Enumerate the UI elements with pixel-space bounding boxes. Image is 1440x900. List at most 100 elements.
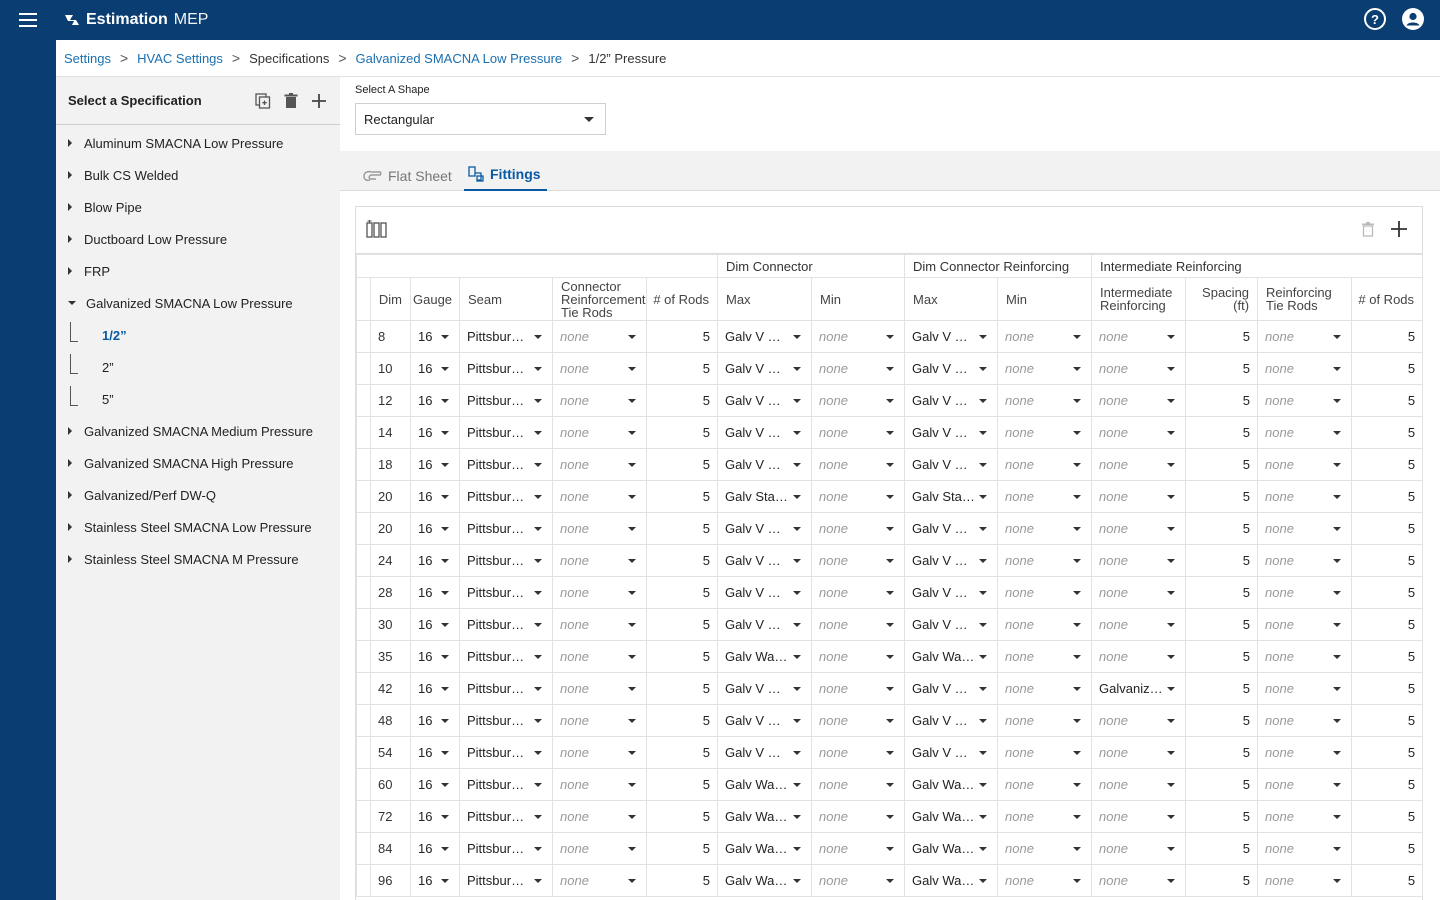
cell-max-2[interactable]: Galv V Slip (904, 320, 999, 353)
spec-item[interactable]: Stainless Steel SMACNA M Pressure (56, 543, 340, 575)
cell-conn-tie-rods[interactable]: none (552, 576, 647, 609)
cell-max-2[interactable]: Galv V Slip (904, 704, 999, 737)
app-brand[interactable]: Estimation MEP (64, 11, 208, 29)
cell-reinforcing-tie-rods[interactable]: none (1257, 544, 1353, 577)
cell-spacing[interactable]: 5 (1185, 672, 1259, 705)
column-header-spacing[interactable]: Spacing (ft) (1185, 277, 1259, 321)
cell-reinforcing-tie-rods[interactable]: none (1257, 864, 1353, 897)
cell-max-2[interactable]: Galv Wardflex (904, 640, 999, 673)
table-row[interactable]: 12 16 Pittsburgh Lock none 5 Galv V Slip none G… (356, 384, 1424, 417)
cell-seam[interactable]: Pittsburgh Lock (459, 768, 553, 801)
add-icon[interactable] (310, 92, 328, 110)
spec-item[interactable]: Galvanized SMACNA High Pressure (56, 447, 340, 479)
cell-spacing[interactable]: 5 (1185, 768, 1259, 801)
cell-min-2[interactable]: none (997, 608, 1093, 641)
spec-item[interactable]: Bulk CS Welded (56, 159, 340, 191)
cell-min[interactable]: none (810, 480, 906, 513)
cell-seam[interactable]: Pittsburgh Lock (459, 544, 553, 577)
cell-rods[interactable]: 5 (646, 768, 718, 801)
table-row[interactable]: 28 16 Pittsburgh Lock none 5 Galv V Slip none G… (356, 576, 1424, 609)
cell-min[interactable]: none (810, 448, 906, 481)
cell-rods-2[interactable]: 5 (1351, 640, 1424, 673)
cell-min[interactable]: none (810, 416, 906, 449)
cell-max-2[interactable]: Galv Wardflex (904, 864, 999, 897)
cell-max[interactable]: Galv V Slip (717, 416, 812, 449)
cell-seam[interactable]: Pittsburgh Lock (459, 576, 553, 609)
cell-spacing[interactable]: 5 (1185, 832, 1259, 865)
table-row[interactable]: 24 16 Pittsburgh Lock none 5 Galv V Slip none G… (356, 544, 1424, 577)
table-row[interactable]: 30 16 Pittsburgh Lock none 5 Galv V Slip none G… (356, 608, 1424, 641)
cell-conn-tie-rods[interactable]: none (552, 320, 647, 353)
cell-gauge[interactable]: 16 (410, 768, 460, 801)
cell-min[interactable]: none (810, 768, 906, 801)
row-selector[interactable] (356, 864, 371, 897)
cell-rods-2[interactable]: 5 (1351, 576, 1424, 609)
spec-child-item[interactable]: 2” (56, 351, 340, 383)
column-chooser-icon[interactable] (366, 220, 388, 241)
cell-gauge[interactable]: 16 (410, 512, 460, 545)
cell-max[interactable]: Galv Wardflex (717, 768, 812, 801)
cell-conn-tie-rods[interactable]: none (552, 640, 647, 673)
row-selector[interactable] (356, 576, 371, 609)
cell-max[interactable]: Galv Wardflex (717, 864, 812, 897)
row-selector[interactable] (356, 640, 371, 673)
cell-gauge[interactable]: 16 (410, 864, 460, 897)
spec-item-expanded[interactable]: Galvanized SMACNA Low Pressure (56, 287, 340, 319)
cell-intermediate-reinforcing[interactable]: none (1091, 448, 1187, 481)
cell-conn-tie-rods[interactable]: none (552, 480, 647, 513)
cell-max[interactable]: Galv Wardflex (717, 800, 812, 833)
column-header-dim[interactable]: Dim (370, 277, 411, 321)
cell-rods[interactable]: 5 (646, 416, 718, 449)
cell-conn-tie-rods[interactable]: none (552, 736, 647, 769)
cell-max[interactable]: Galv V Slip (717, 576, 812, 609)
cell-seam[interactable]: Pittsburgh Lock (459, 416, 553, 449)
cell-seam[interactable]: Pittsburgh Lock (459, 320, 553, 353)
table-row[interactable]: 18 16 Pittsburgh Lock none 5 Galv V Slip none G… (356, 448, 1424, 481)
cell-max-2[interactable]: Galv V Slip (904, 576, 999, 609)
cell-reinforcing-tie-rods[interactable]: none (1257, 384, 1353, 417)
column-header-conn-tie-rods[interactable]: Connector Reinforcement Tie Rods (552, 277, 647, 321)
cell-rods[interactable]: 5 (646, 352, 718, 385)
cell-max-2[interactable]: Galv Wardflex (904, 832, 999, 865)
column-header-seam[interactable]: Seam (459, 277, 553, 321)
cell-conn-tie-rods[interactable]: none (552, 704, 647, 737)
cell-max[interactable]: Galv V Slip (717, 384, 812, 417)
cell-spacing[interactable]: 5 (1185, 576, 1259, 609)
table-row[interactable]: 35 16 Pittsburgh Lock none 5 Galv Wardflex non… (356, 640, 1424, 673)
spec-item[interactable]: Blow Pipe (56, 191, 340, 223)
cell-gauge[interactable]: 16 (410, 544, 460, 577)
table-row[interactable]: 14 16 Pittsburgh Lock none 5 Galv V Slip none G… (356, 416, 1424, 449)
cell-spacing[interactable]: 5 (1185, 480, 1259, 513)
cell-min[interactable]: none (810, 384, 906, 417)
column-header-gauge[interactable]: Gauge (410, 277, 460, 321)
cell-rods[interactable]: 5 (646, 672, 718, 705)
spec-child-item[interactable]: 1/2” (56, 319, 340, 351)
cell-max[interactable]: Galv V Slip (717, 320, 812, 353)
column-header-max[interactable]: Max (717, 277, 812, 321)
cell-max[interactable]: Galv V Slip (717, 544, 812, 577)
cell-spacing[interactable]: 5 (1185, 736, 1259, 769)
cell-gauge[interactable]: 16 (410, 416, 460, 449)
row-selector[interactable] (356, 608, 371, 641)
cell-max[interactable]: Galv V Slip (717, 352, 812, 385)
cell-reinforcing-tie-rods[interactable]: none (1257, 352, 1353, 385)
cell-min[interactable]: none (810, 832, 906, 865)
cell-min-2[interactable]: none (997, 448, 1093, 481)
cell-max[interactable]: Galv V Slip (717, 608, 812, 641)
cell-min[interactable]: none (810, 608, 906, 641)
cell-rods[interactable]: 5 (646, 512, 718, 545)
cell-reinforcing-tie-rods[interactable]: none (1257, 480, 1353, 513)
cell-min-2[interactable]: none (997, 544, 1093, 577)
column-header-reinforcing-tie-rods[interactable]: Reinforcing Tie Rods (1257, 277, 1353, 321)
column-header-min-2[interactable]: Min (997, 277, 1093, 321)
cell-min[interactable]: none (810, 800, 906, 833)
cell-min[interactable]: none (810, 640, 906, 673)
cell-seam[interactable]: Pittsburgh Lock (459, 480, 553, 513)
column-header-rods[interactable]: # of Rods (646, 277, 718, 321)
cell-reinforcing-tie-rods[interactable]: none (1257, 576, 1353, 609)
cell-conn-tie-rods[interactable]: none (552, 544, 647, 577)
table-row[interactable]: 10 16 Pittsburgh Lock none 5 Galv V Slip none G… (356, 352, 1424, 385)
cell-min-2[interactable]: none (997, 640, 1093, 673)
cell-seam[interactable]: Pittsburgh Lock (459, 448, 553, 481)
column-header-rods-2[interactable]: # of Rods (1351, 277, 1424, 321)
